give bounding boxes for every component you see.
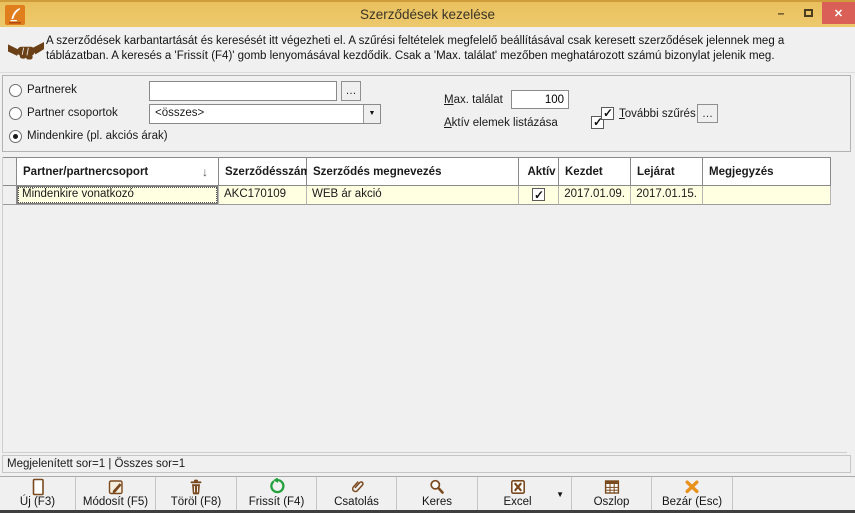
partner-input[interactable] xyxy=(149,81,337,101)
handshake-icon xyxy=(8,42,44,60)
column-header-contract-no[interactable]: Szerződésszám xyxy=(219,157,311,186)
radio-partnerek[interactable] xyxy=(9,84,22,97)
excel-dropdown-icon[interactable]: ▼ xyxy=(556,490,564,499)
cell-contract-no[interactable]: AKC170109 xyxy=(219,186,307,205)
minimize-icon: – xyxy=(777,6,785,20)
modify-button[interactable]: Módosít (F5) xyxy=(76,477,156,510)
info-strip: A szerződések karbantartását és keresésé… xyxy=(0,29,855,73)
more-filter-label: További szűrés xyxy=(619,108,696,120)
max-results-label: Max. találat xyxy=(444,94,503,106)
row-selector-cell[interactable] xyxy=(3,186,17,205)
column-header-start[interactable]: Kezdet xyxy=(559,157,631,186)
titlebar: Szerződések kezelése – ✕ xyxy=(0,0,855,27)
column-header-active[interactable]: Aktív xyxy=(519,157,559,186)
paperclip-icon xyxy=(348,478,366,496)
table-row[interactable]: Mindenkire vonatkozó AKC170109 WEB ár ak… xyxy=(3,186,831,205)
partner-group-select-value: <összes> xyxy=(155,107,205,119)
radio-partnerek-label: Partnerek xyxy=(27,84,77,96)
app-window: Szerződések kezelése – ✕ A szerződések k… xyxy=(0,0,855,513)
sort-descending-icon: ↓ xyxy=(202,165,208,179)
chevron-down-icon[interactable]: ▼ xyxy=(363,105,380,123)
minimize-button[interactable]: – xyxy=(770,2,792,24)
trash-icon xyxy=(187,478,205,496)
help-text: A szerződések karbantartását és keresésé… xyxy=(46,35,785,62)
column-header-partner[interactable]: Partner/partnercsoport ↓ xyxy=(17,157,219,186)
radio-mindenkire-label: Mindenkire (pl. akciós árak) xyxy=(27,130,168,142)
more-filter-checkbox[interactable]: ✓ xyxy=(601,106,614,120)
partner-browse-button[interactable]: … xyxy=(341,81,361,101)
close-window-button[interactable]: Bezár (Esc) xyxy=(652,477,733,510)
refresh-button[interactable]: Frissít (F4) xyxy=(237,477,317,510)
partner-group-select[interactable]: <összes> ▼ xyxy=(149,104,381,124)
radio-partner-csoportok[interactable] xyxy=(9,107,22,120)
column-header-end[interactable]: Lejárat xyxy=(631,157,703,186)
more-filter-browse-button[interactable]: … xyxy=(697,104,718,123)
check-icon: ✓ xyxy=(603,106,614,120)
check-icon: ✓ xyxy=(534,188,545,202)
window-title: Szerződések kezelése xyxy=(359,7,496,22)
radio-mindenkire[interactable] xyxy=(9,130,22,143)
status-bar: Megjelenített sor=1 | Összes sor=1 xyxy=(2,455,851,473)
contracts-table: Partner/partnercsoport ↓ Szerződésszám S… xyxy=(2,157,847,453)
refresh-icon xyxy=(268,478,286,496)
bottom-toolbar: Új (F3) Módosít (F5) Töröl (F8) Frissít … xyxy=(0,476,855,510)
row-selector-header xyxy=(3,157,17,186)
filter-panel: Partnerek … Partner csoportok <összes> ▼… xyxy=(2,75,851,152)
new-button[interactable]: Új (F3) xyxy=(0,477,76,510)
active-only-label: Aktív elemek listázása xyxy=(444,117,558,129)
table-columns-icon xyxy=(603,478,621,496)
search-button[interactable]: Keres xyxy=(397,477,478,510)
cell-active[interactable]: ✓ xyxy=(519,186,559,205)
excel-icon xyxy=(509,478,527,496)
excel-button[interactable]: Excel ▼ xyxy=(478,477,572,510)
columns-button[interactable]: Oszlop xyxy=(572,477,652,510)
cell-start-date[interactable]: 2017.01.09. xyxy=(559,186,631,205)
edit-icon xyxy=(107,478,125,496)
search-icon xyxy=(428,478,446,496)
column-header-note[interactable]: Megjegyzés xyxy=(703,157,831,186)
maximize-button[interactable] xyxy=(797,2,819,24)
radio-partner-csoportok-label: Partner csoportok xyxy=(27,107,118,119)
close-x-icon xyxy=(683,478,701,496)
delete-button[interactable]: Töröl (F8) xyxy=(156,477,237,510)
maximize-icon xyxy=(803,9,813,17)
table-header-row: Partner/partnercsoport ↓ Szerződésszám S… xyxy=(3,157,831,186)
cell-name[interactable]: WEB ár akció xyxy=(307,186,519,205)
cell-note[interactable] xyxy=(703,186,831,205)
cell-end-date[interactable]: 2017.01.15. xyxy=(631,186,703,205)
row-active-checkbox[interactable]: ✓ xyxy=(532,188,545,202)
close-icon: ✕ xyxy=(833,7,844,20)
new-document-icon xyxy=(29,478,47,496)
cell-partner[interactable]: Mindenkire vonatkozó xyxy=(17,186,219,205)
attach-button[interactable]: Csatolás xyxy=(317,477,397,510)
column-header-name[interactable]: Szerződés megnevezés xyxy=(307,157,519,186)
max-results-input[interactable] xyxy=(511,90,569,109)
close-button[interactable]: ✕ xyxy=(822,2,855,24)
toolbar-filler xyxy=(733,477,855,510)
